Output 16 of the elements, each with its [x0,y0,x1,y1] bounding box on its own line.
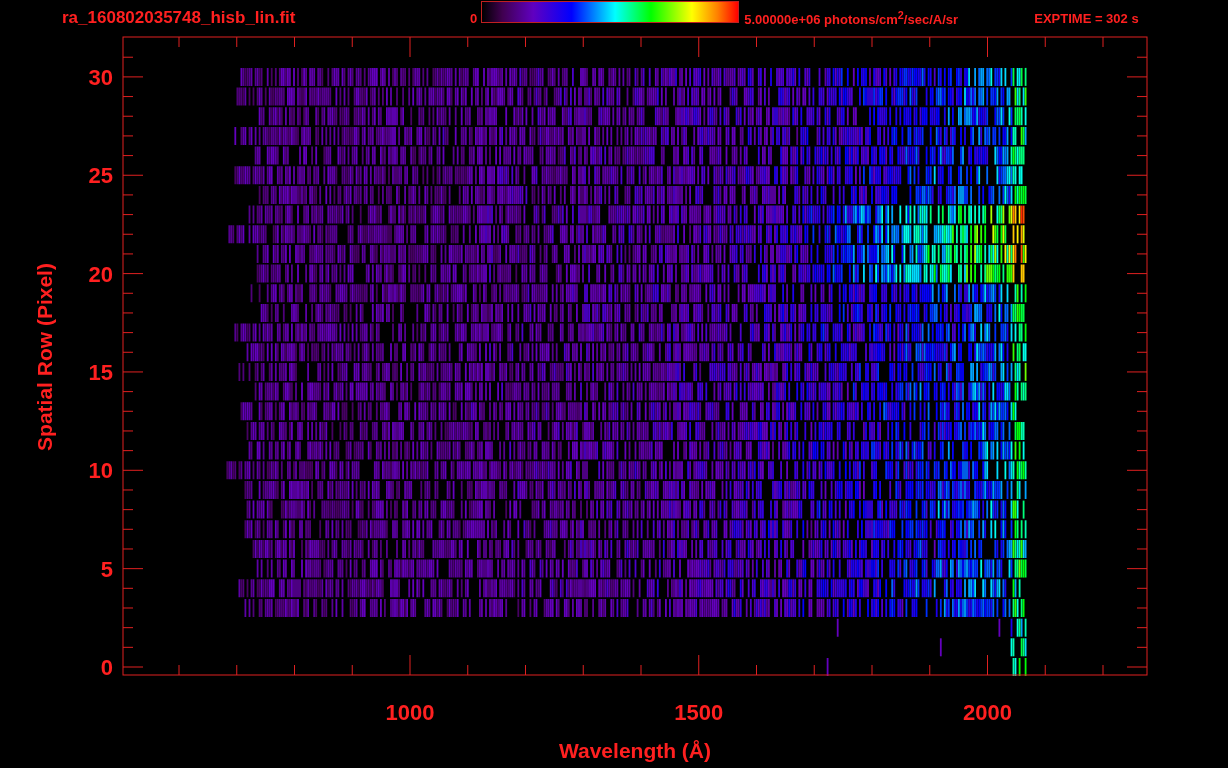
x-tick-label: 1000 [385,700,435,725]
colorbar-min-label: 0 [470,10,478,26]
y-tick-label: 30 [88,64,113,90]
x-tick-label: 1500 [674,700,724,725]
y-tick-label: 10 [88,458,113,484]
colorbar-max-label: 5.00000e+06 photons/cm$^{2}$/sec/A/sr [744,8,960,28]
y-tick-label: 0 [100,655,113,680]
y-tick-label: 20 [88,261,113,287]
y-tick-label: 5 [100,556,113,582]
y-tick-label: 15 [88,359,113,385]
exposure-time-label: EXPTIME = 302 s [1034,10,1139,26]
x-axis-label: Wavelength (Å) [558,739,712,762]
y-tick-label: 25 [88,163,113,189]
file-name-title: ra_160802035748_hisb_lin.fit [62,8,297,28]
x-tick-label: 2000 [963,700,1012,725]
y-axis-label: Spatial Row (Pixel) [33,263,56,451]
